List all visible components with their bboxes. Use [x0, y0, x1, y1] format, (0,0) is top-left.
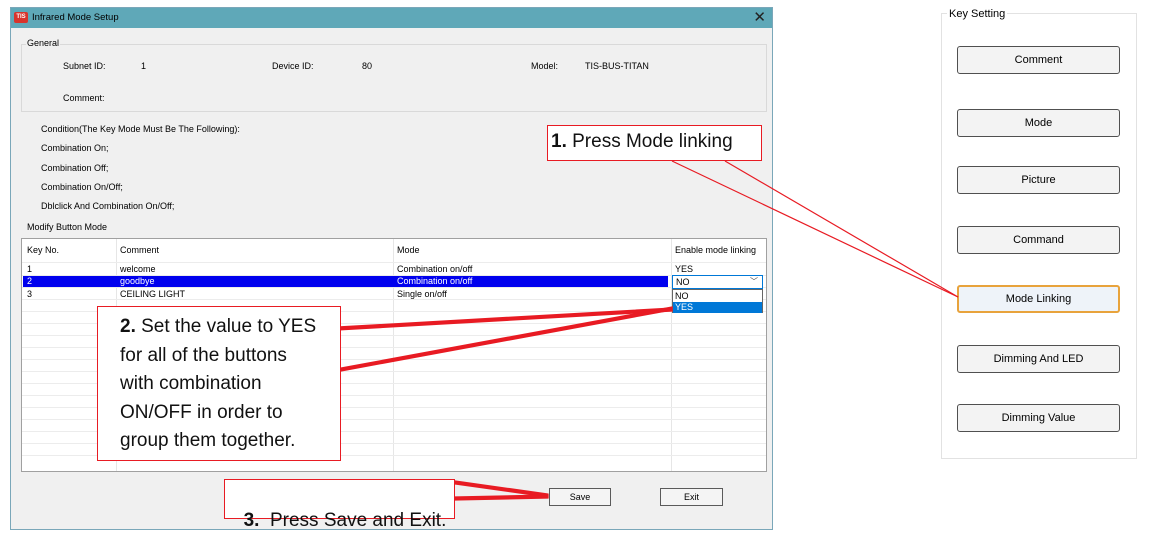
model-value: TIS-BUS-TITAN — [585, 61, 649, 71]
condition-item: Combination On/Off; — [41, 182, 123, 192]
row-1-key[interactable]: 1 — [27, 264, 32, 274]
dropdown-options-list: NO YES — [672, 289, 763, 313]
dropdown-option-yes[interactable]: YES — [673, 302, 762, 313]
header-enable-mode-linking[interactable]: Enable mode linking — [675, 245, 756, 255]
header-key-no[interactable]: Key No. — [27, 245, 59, 255]
callout-step-2: 2. Set the value to YES for all of the b… — [97, 306, 341, 461]
model-label: Model: — [531, 61, 559, 71]
command-button[interactable]: Command — [957, 226, 1120, 254]
condition-heading: Condition(The Key Mode Must Be The Follo… — [41, 124, 240, 134]
general-group — [21, 44, 767, 112]
row-2-mode[interactable]: Combination on/off — [397, 276, 472, 286]
dropdown-value: NO — [676, 277, 690, 287]
close-icon[interactable]: ✕ — [753, 9, 766, 26]
dimming-and-led-button[interactable]: Dimming And LED — [957, 345, 1120, 373]
window-title: Infrared Mode Setup — [32, 12, 119, 23]
header-mode[interactable]: Mode — [397, 245, 420, 255]
comment-button[interactable]: Comment — [957, 46, 1120, 74]
subnet-id-label: Subnet ID: — [63, 61, 106, 71]
callout-1-number: 1. — [551, 131, 567, 152]
header-comment[interactable]: Comment — [120, 245, 159, 255]
row-1-comment[interactable]: welcome — [120, 264, 156, 274]
callout-2-line: group them together. — [120, 430, 296, 451]
callout-step-1: 1. Press Mode linking — [547, 125, 762, 161]
comment-label: Comment: — [63, 93, 105, 103]
condition-item: Dblclick And Combination On/Off; — [41, 201, 175, 211]
chevron-down-icon[interactable]: ﹀ — [750, 276, 758, 287]
subnet-id-value: 1 — [141, 61, 147, 71]
row-2-comment[interactable]: goodbye — [120, 276, 155, 286]
modify-button-mode-legend: Modify Button Mode — [27, 222, 108, 232]
row-2-key[interactable]: 2 — [27, 276, 32, 286]
condition-item: Combination Off; — [41, 163, 109, 173]
row-1-enable[interactable]: YES — [675, 264, 693, 274]
callout-2-line: with combination — [120, 373, 262, 394]
title-bar[interactable]: TIS Infrared Mode Setup ✕ — [11, 8, 772, 28]
callout-1-text: Press Mode linking — [566, 131, 733, 152]
picture-button[interactable]: Picture — [957, 166, 1120, 194]
app-icon: TIS — [14, 12, 28, 23]
callout-2-line: for all of the buttons — [120, 344, 287, 366]
row-3-key[interactable]: 3 — [27, 289, 32, 299]
callout-2-number: 2. — [120, 316, 136, 337]
general-legend: General — [26, 38, 61, 48]
callout-3-number: 3. — [243, 510, 260, 531]
condition-item: Combination On; — [41, 143, 109, 153]
device-id-label: Device ID: — [272, 61, 314, 71]
row-1-mode[interactable]: Combination on/off — [397, 264, 472, 274]
row-3-comment[interactable]: CEILING LIGHT — [120, 289, 185, 299]
save-button[interactable]: Save — [549, 488, 611, 506]
dimming-value-button[interactable]: Dimming Value — [957, 404, 1120, 432]
mode-button[interactable]: Mode — [957, 109, 1120, 137]
dropdown-option-no[interactable]: NO — [673, 291, 762, 302]
key-setting-legend: Key Setting — [947, 8, 1008, 20]
enable-mode-linking-dropdown[interactable]: NO ﹀ — [672, 275, 763, 289]
callout-2-line: ON/OFF in order to — [120, 401, 283, 423]
row-3-mode[interactable]: Single on/off — [397, 289, 447, 299]
callout-step-3: 3. Press Save and Exit. — [224, 479, 455, 531]
callout-2-line: Set the value to YES — [135, 316, 317, 337]
callout-3-text: Press Save and Exit. — [259, 510, 447, 531]
mode-linking-button[interactable]: Mode Linking — [957, 285, 1120, 313]
device-id-value: 80 — [362, 61, 373, 71]
exit-button[interactable]: Exit — [660, 488, 723, 506]
